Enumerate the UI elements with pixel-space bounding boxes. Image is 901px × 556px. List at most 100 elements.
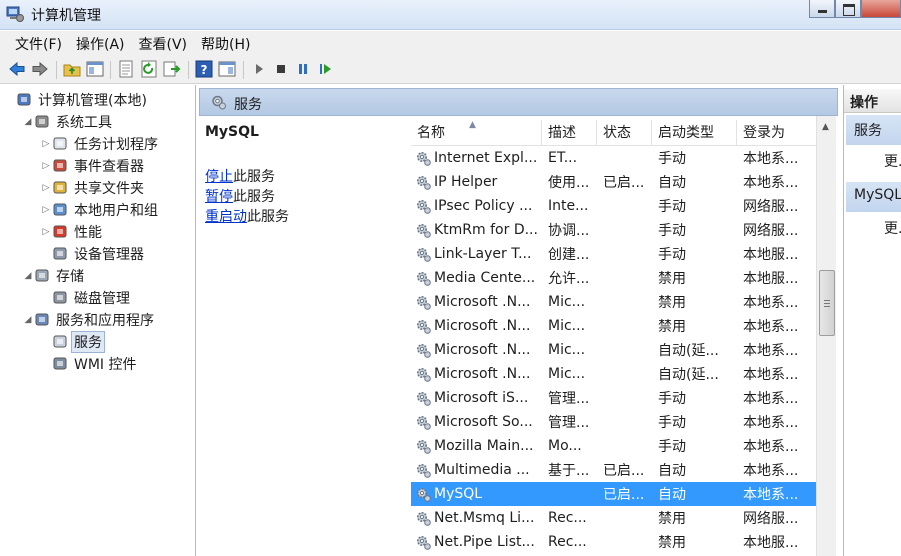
table-row[interactable]: Microsoft .N... Mic... 自动(延... 本地系... xyxy=(411,362,817,386)
expand-arrow-icon[interactable]: ▷ xyxy=(40,161,52,171)
service-name-cell: Media Cente... xyxy=(411,270,542,286)
table-row[interactable]: Microsoft iS... 管理... 手动 本地系... xyxy=(411,386,817,410)
tree-item[interactable]: ▷ 任务计划程序 xyxy=(40,133,160,155)
table-row[interactable]: Media Cente... 允许... 禁用 本地服... xyxy=(411,266,817,290)
actions-more-link[interactable]: 更... xyxy=(884,218,901,238)
restart-service-link[interactable]: 重启动 xyxy=(205,209,247,225)
table-row[interactable]: KtmRm for D... 协调... 手动 网络服... xyxy=(411,218,817,242)
pause-service-icon[interactable] xyxy=(294,60,312,78)
actions-section-services[interactable]: 服务 xyxy=(846,115,901,145)
storage-icon xyxy=(34,268,51,284)
tree-item[interactable]: 磁盘管理 xyxy=(40,287,132,309)
show-hide-tree-icon[interactable] xyxy=(86,60,104,78)
pause-service-link[interactable]: 暂停 xyxy=(205,189,233,205)
service-name-text: Net.Msmq Li... xyxy=(434,510,535,526)
services-list: ▲ 名称 描述 状态 启动类型 登录为 Internet Expl... ET..… xyxy=(411,116,838,556)
link-suffix: 此服务 xyxy=(247,209,289,225)
table-row[interactable]: Microsoft So... 管理... 手动 本地系... xyxy=(411,410,817,434)
restart-service-icon[interactable] xyxy=(316,60,334,78)
expand-arrow-icon[interactable]: ▷ xyxy=(40,227,52,237)
expand-arrow-icon[interactable]: ◢ xyxy=(22,315,34,325)
tree-item[interactable]: 服务 xyxy=(40,331,105,353)
expand-arrow-icon[interactable]: ◢ xyxy=(22,117,34,127)
service-logon-cell: 本地系... xyxy=(743,463,799,479)
service-startup-type-cell: 手动 xyxy=(658,415,686,431)
expand-arrow-icon[interactable]: ▷ xyxy=(40,205,52,215)
forward-arrow-icon[interactable] xyxy=(31,60,49,78)
service-startup-type-cell: 手动 xyxy=(658,223,686,239)
service-status-cell: 已启... xyxy=(603,487,645,503)
disk-management-icon xyxy=(52,290,69,306)
service-gear-icon xyxy=(416,535,431,550)
column-header-status[interactable]: 状态 xyxy=(597,120,652,146)
column-header-description[interactable]: 描述 xyxy=(542,120,597,146)
menu-action[interactable]: 操作(A) xyxy=(69,34,132,54)
up-folder-icon[interactable] xyxy=(63,60,81,78)
actions-section-mysql[interactable]: MySQL xyxy=(846,182,901,212)
center-pane-title: 服务 xyxy=(234,97,262,113)
table-row[interactable]: MySQL 已启... 自动 本地系... xyxy=(411,482,817,506)
tree-item-label: 设备管理器 xyxy=(74,247,144,263)
table-row[interactable]: Link-Layer T... 创建... 手动 本地服... xyxy=(411,242,817,266)
tree-item[interactable]: WMI 控件 xyxy=(40,353,139,375)
menu-help[interactable]: 帮助(H) xyxy=(194,34,257,54)
vertical-scrollbar[interactable]: ▲ xyxy=(816,116,836,556)
expand-arrow-icon[interactable]: ▷ xyxy=(40,183,52,193)
table-row[interactable]: Internet Expl... ET... 手动 本地系... xyxy=(411,146,817,170)
stop-service-link[interactable]: 停止 xyxy=(205,169,233,185)
scrollbar-thumb[interactable] xyxy=(819,270,835,336)
tree-item[interactable]: 计算机管理(本地) xyxy=(4,89,149,111)
menu-file[interactable]: 文件(F) xyxy=(8,34,69,54)
table-row[interactable]: Microsoft .N... Mic... 自动(延... 本地系... xyxy=(411,338,817,362)
table-row[interactable]: IPsec Policy ... Inte... 手动 网络服... xyxy=(411,194,817,218)
service-name-cell: KtmRm for D... xyxy=(411,222,542,238)
column-header-log-on-as[interactable]: 登录为 xyxy=(737,120,817,146)
tree-item-label: 系统工具 xyxy=(56,115,112,131)
tree-item[interactable]: ▷ 事件查看器 xyxy=(40,155,146,177)
tree-item[interactable]: ◢ 系统工具 xyxy=(22,111,114,133)
service-logon-cell: 本地服... xyxy=(743,535,799,551)
refresh-icon[interactable] xyxy=(140,60,158,78)
table-row[interactable]: Mozilla Main... Mo... 手动 本地系... xyxy=(411,434,817,458)
scroll-up-icon[interactable]: ▲ xyxy=(822,122,829,132)
show-hide-action-pane-icon[interactable] xyxy=(218,60,236,78)
table-row[interactable]: Net.Pipe List... Rec... 禁用 本地服... xyxy=(411,530,817,554)
column-header-startup-type[interactable]: 启动类型 xyxy=(652,120,737,146)
service-description-cell: 管理... xyxy=(548,391,590,407)
expand-arrow-icon[interactable]: ▷ xyxy=(40,139,52,149)
window-title: 计算机管理 xyxy=(31,8,101,24)
tree-item[interactable]: ▷ 性能 xyxy=(40,221,104,243)
table-row[interactable]: Microsoft .N... Mic... 禁用 本地系... xyxy=(411,290,817,314)
close-button[interactable] xyxy=(861,0,901,18)
table-row[interactable]: Microsoft .N... Mic... 禁用 本地系... xyxy=(411,314,817,338)
service-name-cell: MySQL xyxy=(411,486,542,502)
actions-more-link[interactable]: 更... xyxy=(884,151,901,171)
table-row[interactable]: IP Helper 使用... 已启... 自动 本地系... xyxy=(411,170,817,194)
start-service-icon[interactable] xyxy=(250,60,268,78)
stop-service-icon[interactable] xyxy=(272,60,290,78)
service-startup-type-cell: 手动 xyxy=(658,247,686,263)
tree-item[interactable]: 设备管理器 xyxy=(40,243,146,265)
tree-item[interactable]: ▷ 共享文件夹 xyxy=(40,177,146,199)
expand-arrow-icon[interactable]: ◢ xyxy=(22,271,34,281)
service-rows: Internet Expl... ET... 手动 本地系... IP Helper 使用… xyxy=(411,146,817,554)
minimize-button[interactable] xyxy=(809,0,835,18)
properties-icon[interactable] xyxy=(117,60,135,78)
table-row[interactable]: Multimedia ... 基于... 已启... 自动 本地系... xyxy=(411,458,817,482)
service-description-cell: 允许... xyxy=(548,271,590,287)
tree-item-label: 存储 xyxy=(56,269,84,285)
tree-item[interactable]: ◢ 服务和应用程序 xyxy=(22,309,156,331)
export-list-icon[interactable] xyxy=(163,60,181,78)
table-row[interactable]: Net.Msmq Li... Rec... 禁用 网络服... xyxy=(411,506,817,530)
maximize-button[interactable] xyxy=(835,0,861,18)
service-name-cell: Net.Msmq Li... xyxy=(411,510,542,526)
service-logon-cell: 本地系... xyxy=(743,487,799,503)
tree-item-label: WMI 控件 xyxy=(74,357,137,373)
column-header-name[interactable]: ▲ 名称 xyxy=(411,120,542,146)
help-icon[interactable]: ? xyxy=(195,60,213,78)
tree-item[interactable]: ◢ 存储 xyxy=(22,265,86,287)
service-name-text: Microsoft .N... xyxy=(434,366,531,382)
tree-item[interactable]: ▷ 本地用户和组 xyxy=(40,199,160,221)
menu-view[interactable]: 查看(V) xyxy=(132,34,195,54)
back-arrow-icon[interactable] xyxy=(8,60,26,78)
